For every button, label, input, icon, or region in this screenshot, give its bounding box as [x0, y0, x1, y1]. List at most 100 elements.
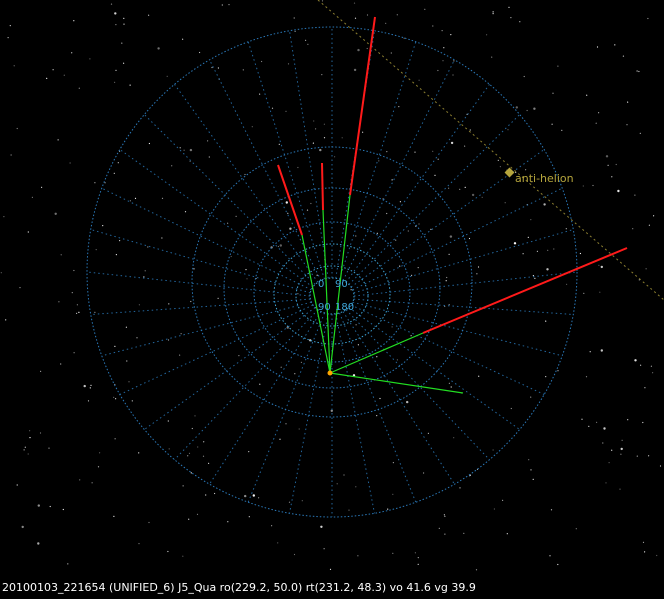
- star: [448, 187, 450, 189]
- star: [589, 351, 591, 353]
- star: [285, 201, 288, 204]
- star: [450, 34, 452, 36]
- star: [113, 396, 115, 398]
- star: [448, 253, 450, 255]
- star: [366, 47, 368, 50]
- star: [506, 533, 508, 535]
- star: [114, 438, 116, 440]
- star: [49, 505, 51, 508]
- star: [385, 22, 387, 24]
- star: [23, 449, 25, 451]
- azimuth-spoke: [345, 309, 490, 461]
- star: [550, 509, 553, 511]
- star: [258, 497, 260, 499]
- star: [545, 376, 547, 378]
- star: [522, 253, 524, 255]
- star: [617, 189, 620, 193]
- star: [125, 326, 127, 328]
- sky-view: anti-helion 0 90 90 180 20100103_221654 …: [0, 0, 664, 599]
- computed-trajectory-line: [329, 372, 464, 394]
- star: [190, 300, 192, 303]
- star: [354, 17, 357, 19]
- star: [271, 107, 274, 109]
- star: [596, 46, 599, 48]
- star: [659, 465, 662, 467]
- star: [407, 230, 409, 232]
- star: [417, 267, 419, 269]
- star: [492, 449, 494, 451]
- star: [69, 162, 71, 164]
- star: [525, 169, 527, 171]
- star: [128, 381, 130, 383]
- azimuth-spoke: [247, 41, 325, 280]
- star: [392, 462, 394, 464]
- star: [598, 264, 600, 266]
- star: [583, 292, 585, 294]
- star: [434, 174, 436, 176]
- star: [54, 212, 57, 215]
- star: [189, 160, 191, 162]
- star: [73, 269, 75, 272]
- star: [123, 62, 125, 64]
- star: [168, 303, 170, 305]
- sky-canvas: [0, 0, 664, 571]
- azimuth-spoke: [144, 307, 316, 430]
- star: [123, 17, 125, 19]
- star: [180, 333, 182, 335]
- star: [259, 93, 261, 95]
- star: [161, 237, 163, 239]
- star: [418, 79, 420, 81]
- star: [463, 532, 465, 535]
- star: [642, 421, 644, 424]
- anti-helion-label: anti-helion: [515, 172, 574, 185]
- radiant-point: [327, 370, 333, 376]
- star: [97, 466, 100, 468]
- star: [557, 65, 559, 67]
- star: [619, 488, 621, 490]
- star: [294, 30, 296, 32]
- star: [157, 47, 160, 50]
- star: [289, 227, 292, 230]
- star: [129, 84, 131, 86]
- azimuth-spoke: [101, 301, 312, 357]
- star: [182, 555, 184, 557]
- star: [528, 459, 530, 461]
- star: [306, 209, 309, 211]
- star: [600, 349, 603, 352]
- star: [376, 232, 378, 234]
- star: [595, 122, 597, 124]
- star: [319, 148, 322, 152]
- star: [547, 249, 549, 251]
- star: [110, 3, 113, 5]
- azimuth-spoke: [353, 298, 574, 315]
- star: [611, 449, 613, 451]
- star: [78, 311, 80, 313]
- star: [611, 176, 613, 178]
- star: [475, 569, 478, 571]
- star: [9, 25, 11, 27]
- star: [202, 455, 205, 457]
- star: [350, 289, 352, 291]
- star: [392, 552, 394, 554]
- star: [312, 142, 314, 144]
- star: [647, 17, 649, 20]
- star: [191, 427, 193, 430]
- star: [294, 373, 296, 375]
- grid-label-ninety-left: 90: [318, 302, 331, 313]
- star: [29, 430, 31, 432]
- star: [94, 182, 96, 184]
- observed-trajectory-line: [277, 164, 303, 236]
- star: [504, 202, 506, 204]
- star: [187, 455, 189, 457]
- star: [16, 127, 18, 130]
- star: [499, 166, 501, 168]
- star: [211, 66, 213, 69]
- star: [320, 525, 323, 528]
- star: [553, 248, 555, 250]
- star: [481, 196, 483, 198]
- star: [321, 0, 324, 2]
- star: [244, 173, 246, 176]
- star: [316, 274, 318, 276]
- star: [362, 131, 364, 133]
- star: [410, 335, 412, 337]
